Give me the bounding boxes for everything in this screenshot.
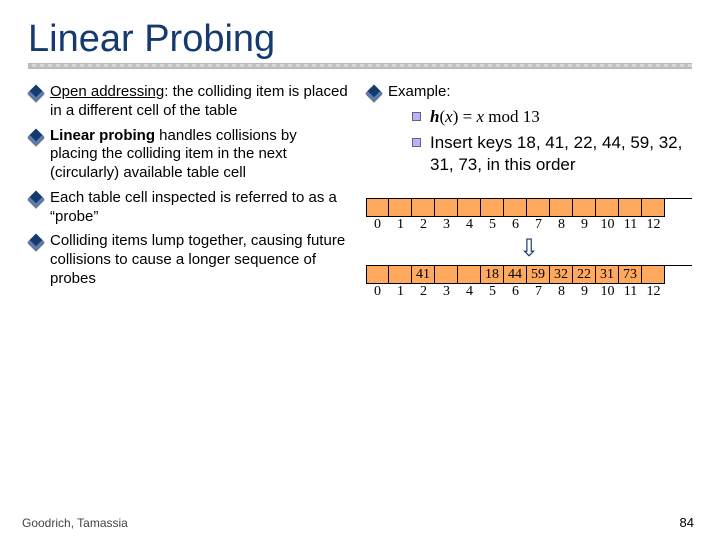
table-cell [458, 266, 481, 284]
hash-close-eq: ) = [453, 107, 477, 126]
index-label: 9 [573, 217, 596, 233]
table-cell: 32 [550, 266, 573, 284]
index-label: 8 [550, 284, 573, 300]
table-cell [389, 266, 412, 284]
index-label: 4 [458, 217, 481, 233]
table-cell [527, 199, 550, 217]
bullet-probe: Each table cell inspected is referred to… [28, 189, 348, 227]
left-bullets: Open addressing: the colliding item is p… [28, 83, 348, 289]
example-heading: Example: h(x) = x mod 13 Insert keys 18,… [366, 83, 692, 176]
table-cell: 18 [481, 266, 504, 284]
table-cell: 31 [596, 266, 619, 284]
index-label: 10 [596, 284, 619, 300]
index-label: 8 [550, 217, 573, 233]
index-label: 12 [642, 217, 665, 233]
table-cell [642, 199, 665, 217]
bullet-linear-probing: Linear probing handles collisions by pla… [28, 127, 348, 183]
index-label: 3 [435, 284, 458, 300]
table-cell [642, 266, 665, 284]
table-cell [504, 199, 527, 217]
example-label: Example: [388, 83, 451, 100]
index-label: 4 [458, 284, 481, 300]
index-label: 11 [619, 217, 642, 233]
index-label: 6 [504, 284, 527, 300]
bullet-text: Colliding items lump together, causing f… [50, 232, 345, 287]
term-linear-probing: Linear probing [50, 127, 155, 144]
index-label: 2 [412, 284, 435, 300]
index-label: 12 [642, 284, 665, 300]
hash-x: x [445, 107, 453, 126]
hash-function: h(x) = x mod 13 [412, 106, 692, 128]
table-before [366, 198, 692, 217]
index-label: 5 [481, 284, 504, 300]
table-cell [435, 266, 458, 284]
table-cell [435, 199, 458, 217]
table-cell: 73 [619, 266, 642, 284]
insert-sequence: Insert keys 18, 41, 22, 44, 59, 32, 31, … [412, 132, 692, 176]
title-rule [28, 63, 692, 69]
index-label: 6 [504, 217, 527, 233]
table-cell [412, 199, 435, 217]
index-label: 0 [366, 217, 389, 233]
example-sublist: h(x) = x mod 13 Insert keys 18, 41, 22, … [388, 106, 692, 176]
table-cell: 22 [573, 266, 596, 284]
labels-after: 0123456789101112 [366, 284, 692, 300]
table-cell [596, 199, 619, 217]
table-cell [366, 266, 389, 284]
table-cell [573, 199, 596, 217]
table-cell [389, 199, 412, 217]
index-label: 0 [366, 284, 389, 300]
right-column: Example: h(x) = x mod 13 Insert keys 18,… [366, 83, 692, 300]
index-label: 1 [389, 217, 412, 233]
table-cell [550, 199, 573, 217]
index-label: 5 [481, 217, 504, 233]
index-label: 1 [389, 284, 412, 300]
index-label: 9 [573, 284, 596, 300]
index-label: 3 [435, 217, 458, 233]
left-column: Open addressing: the colliding item is p… [28, 83, 348, 300]
table-cell [619, 199, 642, 217]
table-after: 41 18445932223173 [366, 265, 692, 284]
hash-tables: 0123456789101112 ⇩ 4118445932223173 0123… [366, 198, 692, 300]
index-label: 11 [619, 284, 642, 300]
arrow-down-icon: ⇩ [366, 237, 692, 261]
index-label: 2 [412, 217, 435, 233]
bullet-text: Each table cell inspected is referred to… [50, 189, 337, 225]
hash-mod: mod 13 [484, 107, 540, 126]
bullet-open-addressing: Open addressing: the colliding item is p… [28, 83, 348, 121]
table-cell: 59 [527, 266, 550, 284]
example-heading-list: Example: h(x) = x mod 13 Insert keys 18,… [366, 83, 692, 176]
hash-x2: x [476, 107, 484, 126]
table-cell: 41 [412, 266, 435, 284]
slide-title: Linear Probing [28, 18, 692, 61]
page-number: 84 [680, 515, 694, 530]
index-label: 10 [596, 217, 619, 233]
table-cell [458, 199, 481, 217]
table-cell: 44 [504, 266, 527, 284]
term-open-addressing: Open addressing [50, 83, 164, 100]
table-cell [481, 199, 504, 217]
bullet-clustering: Colliding items lump together, causing f… [28, 232, 348, 288]
index-label: 7 [527, 284, 550, 300]
index-label: 7 [527, 217, 550, 233]
insert-text: Insert keys 18, 41, 22, 44, 59, 32, 31, … [430, 133, 682, 174]
footer-credit: Goodrich, Tamassia [22, 516, 128, 530]
labels-before: 0123456789101112 [366, 217, 692, 233]
table-cell [366, 199, 389, 217]
